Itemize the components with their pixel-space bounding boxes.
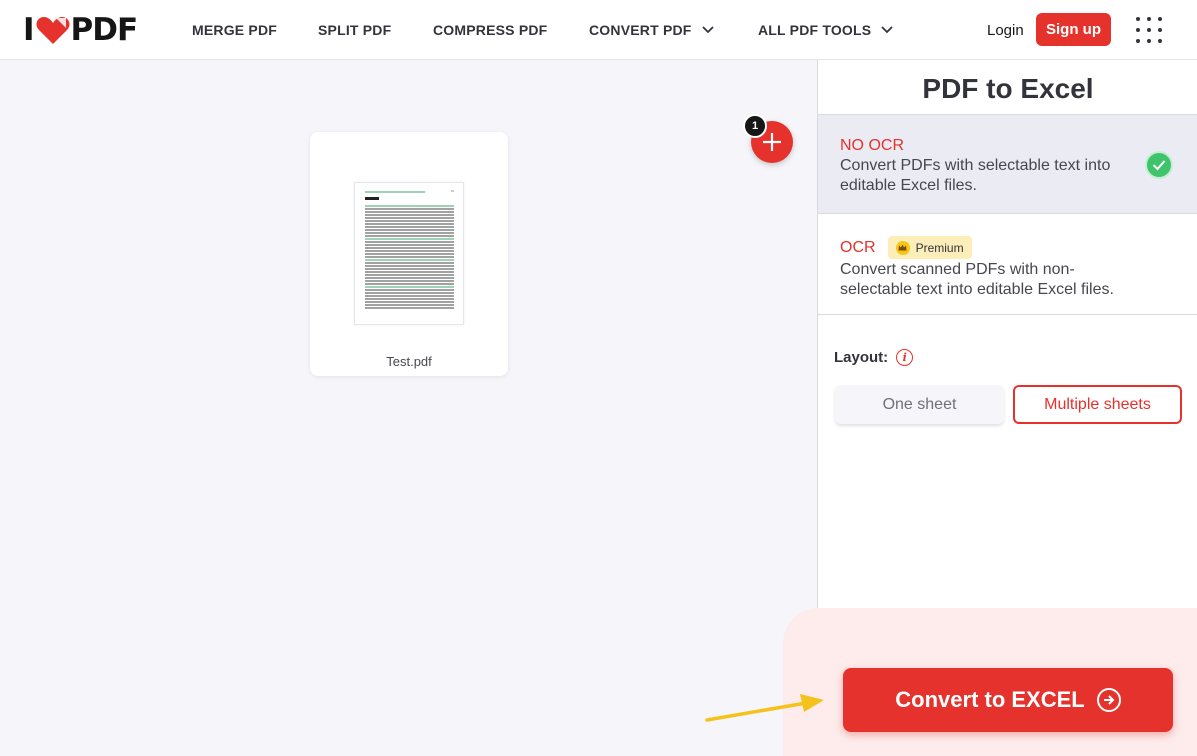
file-name: Test.pdf	[386, 354, 432, 369]
nav-label: MERGE PDF	[192, 22, 278, 38]
chevron-down-icon	[701, 26, 714, 34]
logo-i: I	[23, 12, 35, 48]
layout-label-row: Layout: i	[834, 349, 914, 366]
premium-label: Premium	[915, 240, 964, 255]
info-icon[interactable]: i	[896, 349, 914, 366]
login-link[interactable]: Login	[987, 22, 1024, 39]
pdf-page-thumbnail	[354, 182, 464, 325]
file-card[interactable]: Test.pdf	[310, 132, 508, 376]
crown-icon	[895, 240, 910, 255]
check-icon	[1145, 151, 1173, 179]
option-description: Convert scanned PDFs with non-selectable…	[840, 261, 1114, 298]
apps-grid-icon[interactable]	[1136, 17, 1162, 43]
option-title-row: OCR Premium	[840, 236, 1176, 259]
nav-label: COMPRESS PDF	[433, 22, 548, 38]
convert-to-excel-button[interactable]: Convert to EXCEL	[843, 668, 1173, 732]
nav-merge-pdf[interactable]: MERGE PDF	[192, 22, 277, 38]
pdf-preview-image	[365, 190, 454, 309]
file-workspace: Test.pdf 1	[0, 60, 817, 756]
ilovepdf-logo[interactable]: I PDF	[23, 12, 139, 48]
layout-one-sheet-button[interactable]: One sheet	[835, 385, 1004, 424]
nav-all-pdf-tools[interactable]: ALL PDF TOOLS	[758, 22, 893, 38]
convert-label: Convert to EXCEL	[895, 687, 1085, 712]
top-navbar: I PDF MERGE PDF SPLIT PDF COMPRESS PDF C…	[0, 0, 1197, 60]
signup-button[interactable]: Sign up	[1036, 13, 1111, 46]
premium-badge: Premium	[887, 236, 972, 259]
nav-label: CONVERT PDF	[589, 22, 692, 38]
option-title: NO OCR	[840, 137, 904, 154]
nav-convert-pdf[interactable]: CONVERT PDF	[589, 22, 714, 38]
nav-label: SPLIT PDF	[318, 22, 392, 38]
chevron-down-icon	[881, 26, 893, 34]
arrow-right-circle-icon	[1096, 688, 1121, 712]
nav-split-pdf[interactable]: SPLIT PDF	[318, 22, 391, 38]
nav-compress-pdf[interactable]: COMPRESS PDF	[433, 22, 547, 38]
option-ocr[interactable]: OCR Premium Convert scanned PDFs with no…	[818, 214, 1197, 315]
layout-label: Layout:	[834, 349, 889, 366]
option-title: OCR	[840, 238, 876, 256]
file-count-badge: 1	[743, 114, 767, 138]
option-description: Convert PDFs with selectable text into e…	[840, 157, 1111, 194]
option-no-ocr[interactable]: NO OCR Convert PDFs with selectable text…	[818, 114, 1197, 214]
nav-label: ALL PDF TOOLS	[758, 22, 872, 38]
tool-title: PDF to Excel	[922, 73, 1094, 104]
plus-icon	[763, 133, 781, 151]
heart-logo-icon	[36, 17, 70, 44]
annotation-arrow-icon	[705, 694, 824, 722]
logo-pdf: PDF	[70, 12, 139, 48]
layout-multiple-sheets-button[interactable]: Multiple sheets	[1013, 385, 1182, 424]
